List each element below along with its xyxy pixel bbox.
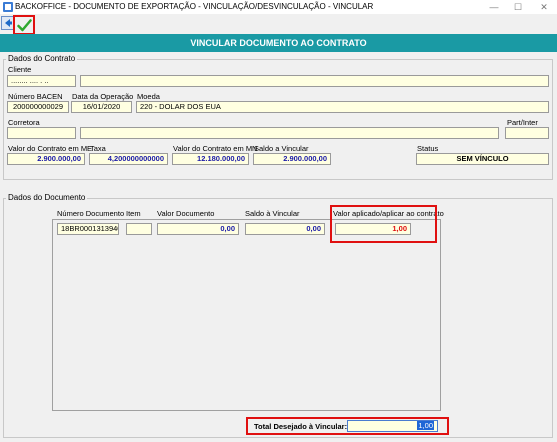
status-label: Status	[417, 144, 439, 153]
status-badge: SEM VÍNCULO	[416, 153, 549, 165]
confirm-button[interactable]	[13, 15, 35, 35]
moeda-label: Moeda	[137, 92, 160, 101]
close-button[interactable]: ✕	[538, 1, 550, 13]
valor-mn-label: Valor do Contrato em MN	[173, 144, 258, 153]
checkmark-icon	[17, 19, 32, 32]
aplicado-highlight	[330, 205, 437, 243]
numero-bacen-field[interactable]: 200000000029	[7, 101, 69, 113]
contract-group-title: Dados do Contrato	[6, 54, 78, 63]
cliente-code-field[interactable]: ........ .... . ..	[7, 75, 76, 87]
row-numero-cell[interactable]: 18BR0001313940	[57, 223, 119, 235]
row-valor-cell[interactable]: 0,00	[157, 223, 239, 235]
taxa-label: Taxa	[90, 144, 106, 153]
corretora-label: Corretora	[8, 118, 40, 127]
column-header-saldo: Saldo à Vincular	[245, 209, 300, 218]
total-value: 1,00	[417, 421, 434, 430]
total-input[interactable]: 1,00	[347, 420, 438, 432]
valor-me-label: Valor do Contrato em ME	[8, 144, 93, 153]
saldo-field[interactable]: 2.900.000,00	[253, 153, 331, 165]
page-banner: VINCULAR DOCUMENTO AO CONTRATO	[0, 34, 557, 52]
column-header-numero: Número Documento	[57, 209, 125, 218]
moeda-field[interactable]: 220 - DOLAR DOS EUA	[136, 101, 549, 113]
column-header-valor: Valor Documento	[157, 209, 215, 218]
part-inter-field[interactable]	[505, 127, 549, 139]
cliente-label: Cliente	[8, 65, 32, 74]
maximize-button[interactable]: ☐	[512, 1, 524, 13]
taxa-field[interactable]: 4,200000000000	[89, 153, 168, 165]
window-title: BACKOFFICE - DOCUMENTO DE EXPORTAÇÃO - V…	[15, 2, 374, 11]
cliente-name-field[interactable]	[80, 75, 549, 87]
toolbar	[0, 14, 557, 34]
corretora-name-field[interactable]	[80, 127, 499, 139]
app-icon	[3, 2, 13, 12]
row-saldo-cell[interactable]: 0,00	[245, 223, 325, 235]
part-inter-label: Part/Inter	[507, 118, 538, 127]
document-group-title: Dados do Documento	[6, 193, 88, 202]
saldo-label: Saldo a Vincular	[254, 144, 309, 153]
data-operacao-label: Data da Operação	[72, 92, 134, 101]
total-label: Total Desejado à Vincular:	[254, 422, 348, 431]
valor-me-field[interactable]: 2.900.000,00	[7, 153, 85, 165]
valor-mn-field[interactable]: 12.180.000,00	[172, 153, 249, 165]
data-operacao-field[interactable]: 16/01/2020	[71, 101, 132, 113]
document-grid[interactable]	[52, 219, 441, 411]
minimize-button[interactable]: —	[488, 1, 500, 13]
row-item-cell[interactable]	[126, 223, 152, 235]
numero-bacen-label: Número BACEN	[8, 92, 63, 101]
corretora-code-field[interactable]	[7, 127, 76, 139]
column-header-item: Item	[126, 209, 141, 218]
